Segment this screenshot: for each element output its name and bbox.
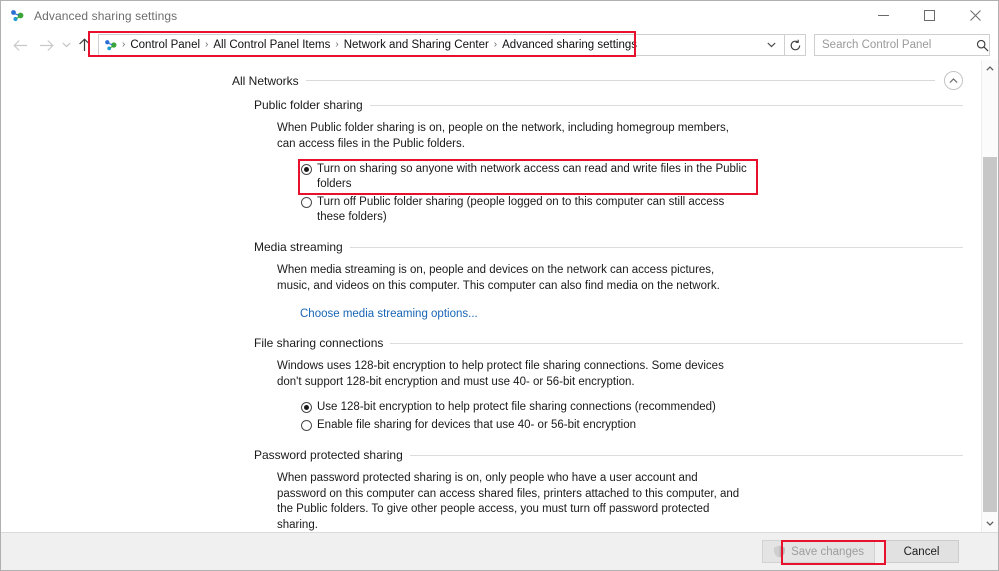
window-title: Advanced sharing settings — [34, 8, 178, 23]
divider — [409, 454, 963, 456]
radio-label: Turn off Public folder sharing (people l… — [317, 196, 725, 223]
search-input[interactable] — [822, 39, 976, 51]
section-description: When password protected sharing is on, o… — [277, 472, 740, 531]
title-bar: Advanced sharing settings — [1, 1, 998, 30]
breadcrumb-item-advanced-sharing-settings[interactable]: Advanced sharing settings — [498, 35, 641, 55]
radio-group-public-folder-sharing: Turn on sharing so anyone with network a… — [298, 159, 963, 226]
breadcrumb-item-all-control-panel-items[interactable]: All Control Panel Items — [209, 35, 334, 55]
breadcrumb-item-network-and-sharing-center[interactable]: Network and Sharing Center — [340, 35, 493, 55]
radio-enable-40-or-56-bit-encryption[interactable]: Enable file sharing for devices that use… — [300, 417, 963, 434]
section-file-sharing-connections: File sharing connections Windows uses 12… — [254, 336, 963, 434]
group-label: All Networks — [232, 73, 299, 88]
section-heading: Password protected sharing — [254, 448, 403, 462]
window-controls — [860, 1, 998, 30]
radio-turn-off-public-folder-sharing[interactable]: Turn off Public folder sharing (people l… — [300, 194, 963, 226]
section-description: When media streaming is on, people and d… — [277, 264, 720, 292]
network-sharing-icon — [10, 8, 26, 24]
radio-indicator[interactable] — [301, 197, 312, 208]
vertical-scrollbar[interactable] — [981, 60, 998, 532]
scrollbar-thumb[interactable] — [983, 157, 997, 512]
section-heading: Public folder sharing — [254, 98, 363, 112]
maximize-icon[interactable] — [906, 1, 952, 30]
search-icon[interactable] — [976, 39, 989, 52]
section-heading-row: File sharing connections — [254, 336, 963, 350]
settings-scroll-region: All Networks Public folder sharing When … — [1, 60, 981, 532]
radio-indicator[interactable] — [301, 164, 312, 175]
up-arrow-icon[interactable] — [73, 32, 95, 58]
cancel-button[interactable]: Cancel — [884, 540, 959, 563]
radio-indicator[interactable] — [301, 402, 312, 413]
radio-group-file-sharing-connections: Use 128-bit encryption to help protect f… — [300, 399, 963, 434]
section-description: Windows uses 128-bit encryption to help … — [277, 360, 724, 388]
dialog-footer: Save changes Cancel — [1, 532, 998, 570]
save-changes-label: Save changes — [791, 545, 864, 558]
divider — [305, 80, 935, 81]
radio-use-128-bit-encryption[interactable]: Use 128-bit encryption to help protect f… — [300, 399, 963, 416]
content-area: All Networks Public folder sharing When … — [1, 60, 998, 532]
breadcrumb-network-sharing-icon — [104, 38, 119, 53]
section-media-streaming: Media streaming When media streaming is … — [254, 240, 963, 322]
scroll-down-chevron-down-icon[interactable] — [982, 515, 998, 532]
save-changes-button[interactable]: Save changes — [762, 540, 875, 563]
section-heading: File sharing connections — [254, 336, 384, 350]
radio-label: Use 128-bit encryption to help protect f… — [317, 401, 716, 413]
close-icon[interactable] — [952, 1, 998, 30]
breadcrumb-item-control-panel[interactable]: Control Panel — [126, 35, 204, 55]
address-bar[interactable]: › Control Panel › All Control Panel Item… — [98, 34, 806, 56]
section-heading-row: Media streaming — [254, 240, 963, 254]
section-public-folder-sharing: Public folder sharing When Public folder… — [254, 98, 963, 226]
recent-locations-chevron-down-icon[interactable] — [59, 32, 73, 58]
forward-arrow-icon[interactable] — [33, 32, 59, 58]
sections-container: Public folder sharing When Public folder… — [254, 98, 963, 532]
radio-turn-on-public-folder-sharing[interactable]: Turn on sharing so anyone with network a… — [298, 159, 758, 195]
divider — [349, 246, 963, 248]
settings-content: All Networks Public folder sharing When … — [1, 71, 981, 532]
divider — [390, 342, 963, 344]
scroll-up-chevron-up-icon[interactable] — [982, 60, 998, 77]
section-password-protected-sharing: Password protected sharing When password… — [254, 448, 963, 532]
uac-shield-icon — [773, 545, 786, 558]
divider — [369, 104, 963, 106]
section-heading: Media streaming — [254, 240, 343, 254]
chevron-up-circle-icon[interactable] — [944, 71, 963, 90]
address-dropdown-chevron-down-icon[interactable] — [761, 35, 781, 55]
media-streaming-options-row: Choose media streaming options... — [300, 304, 963, 322]
breadcrumb[interactable]: › Control Panel › All Control Panel Item… — [98, 34, 785, 56]
refresh-icon[interactable] — [785, 34, 806, 56]
choose-media-streaming-options-link[interactable]: Choose media streaming options... — [300, 308, 478, 320]
radio-label: Enable file sharing for devices that use… — [317, 419, 636, 431]
group-header-all-networks: All Networks — [232, 71, 963, 90]
section-description: When Public folder sharing is on, people… — [277, 122, 729, 150]
cancel-label: Cancel — [903, 545, 940, 558]
navigation-bar: › Control Panel › All Control Panel Item… — [1, 30, 998, 60]
radio-indicator[interactable] — [301, 420, 312, 431]
back-arrow-icon[interactable] — [7, 32, 33, 58]
minimize-icon[interactable] — [860, 1, 906, 30]
section-heading-row: Public folder sharing — [254, 98, 963, 112]
advanced-sharing-settings-window: Advanced sharing settings › Control Pane… — [0, 0, 999, 571]
search-control-panel-box[interactable] — [814, 34, 990, 56]
section-heading-row: Password protected sharing — [254, 448, 963, 462]
radio-label: Turn on sharing so anyone with network a… — [317, 163, 747, 190]
